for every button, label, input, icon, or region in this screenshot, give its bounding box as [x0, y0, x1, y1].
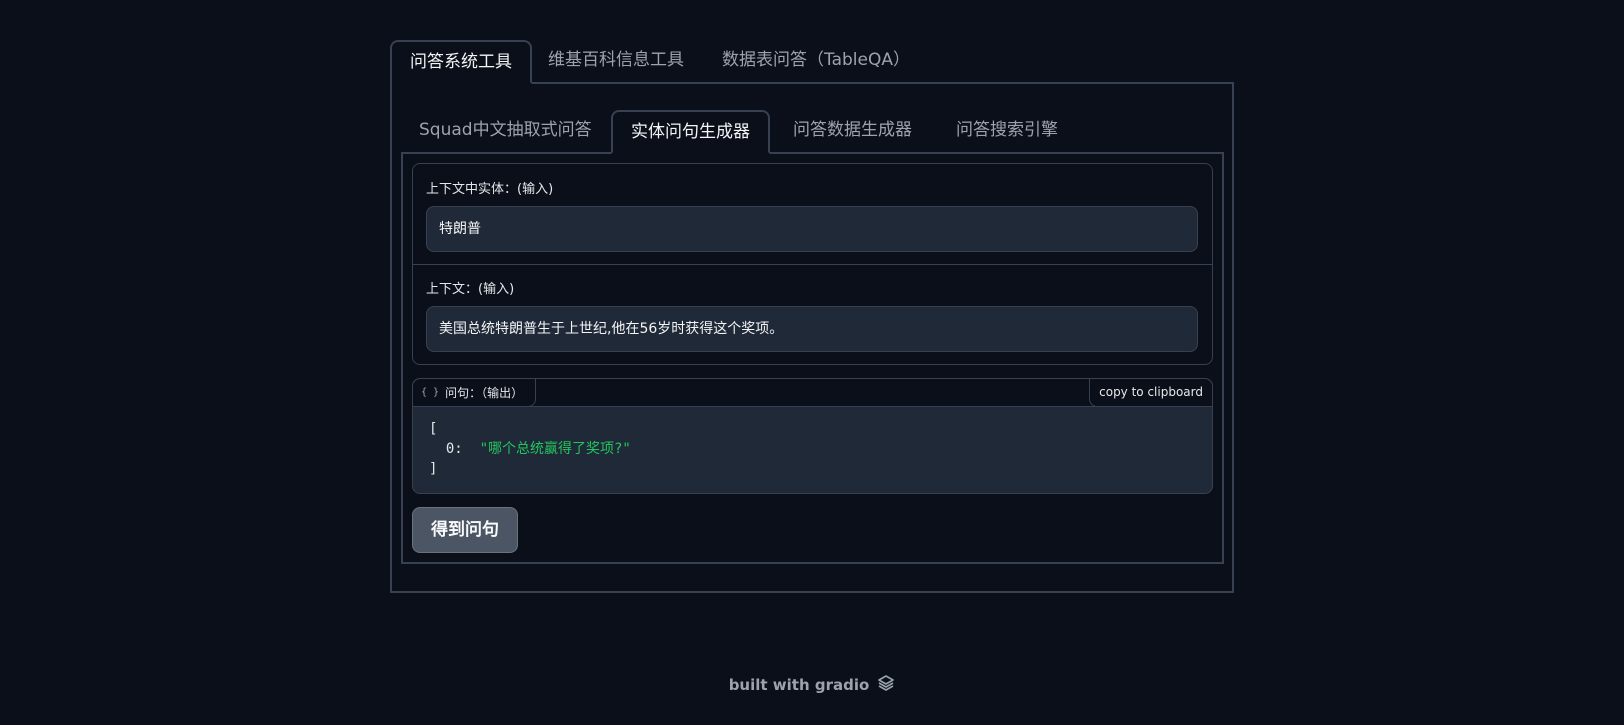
context-input[interactable]: 美国总统特朗普生于上世纪,他在56岁时获得这个奖项。 [426, 306, 1198, 352]
tab-qa-search-engine[interactable]: 问答搜索引擎 [938, 110, 1076, 154]
json-item-index: 0: [445, 441, 463, 457]
tab-entity-question-generator[interactable]: 实体问句生成器 [611, 110, 770, 154]
inner-tab-bar: Squad中文抽取式问答 实体问句生成器 问答数据生成器 问答搜索引擎 [401, 110, 1224, 154]
json-content: [ 0: "哪个总统赢得了奖项?" ] [429, 419, 631, 479]
tab-qa-system-tools[interactable]: 问答系统工具 [390, 40, 532, 84]
outer-tab-bar: 问答系统工具 维基百科信息工具 数据表问答（TableQA） [390, 40, 1234, 84]
json-braces-icon: { } [421, 387, 440, 398]
tab-tableqa[interactable]: 数据表问答（TableQA） [704, 40, 928, 84]
context-label: 上下文：(输入) [426, 282, 515, 297]
input-group: 上下文中实体：(输入) 特朗普 上下文：(输入) 美国总统特朗普生于上世纪,他在… [412, 163, 1213, 365]
tab-qa-data-generator[interactable]: 问答数据生成器 [775, 110, 930, 154]
entity-label: 上下文中实体：(输入) [426, 182, 554, 197]
json-close-bracket: ] [429, 461, 438, 477]
gradio-logo-icon [877, 674, 895, 696]
entity-input[interactable]: 特朗普 [426, 206, 1198, 252]
json-label-badge: { } 问句：（输出） [413, 379, 537, 407]
built-with-gradio-link[interactable]: built with gradio [729, 676, 870, 694]
field-divider [413, 264, 1212, 265]
question-output-json: { } 问句：（输出） copy to clipboard [ 0: "哪个总统… [412, 378, 1213, 494]
tab-squad-extractive-qa[interactable]: Squad中文抽取式问答 [401, 110, 610, 154]
get-question-button[interactable]: 得到问句 [412, 507, 518, 553]
tab-wikipedia-tools[interactable]: 维基百科信息工具 [530, 40, 702, 84]
json-open-bracket: [ [429, 421, 438, 437]
app-root: 问答系统工具 维基百科信息工具 数据表问答（TableQA） Squad中文抽取… [0, 0, 1624, 725]
copy-to-clipboard-button[interactable]: copy to clipboard [1089, 379, 1212, 407]
footer: built with gradio [0, 674, 1624, 696]
json-item-value: "哪个总统赢得了奖项?" [479, 441, 631, 457]
output-label: 问句：（输出） [445, 386, 524, 400]
